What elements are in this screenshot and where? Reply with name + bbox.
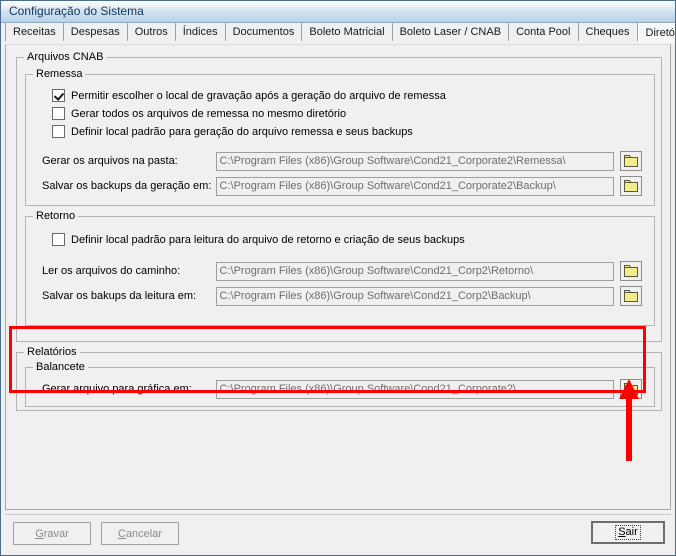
group-balancete: Balancete Gerar arquivo para gráfica em:…: [25, 361, 655, 407]
tab-boleto-laser-cnab[interactable]: Boleto Laser / CNAB: [392, 23, 510, 41]
tab-indices[interactable]: Índices: [175, 23, 226, 41]
gravar-button-label: Gravar: [35, 527, 69, 540]
label-gerar-arquivos-na-pasta: Gerar os arquivos na pasta:: [42, 155, 178, 167]
browse-button-ler-arquivos-caminho[interactable]: [620, 261, 642, 281]
tab-documentos[interactable]: Documentos: [225, 23, 303, 41]
cancelar-button-label: Cancelar: [117, 527, 163, 540]
checkbox-row-definir-local-padrao-remessa[interactable]: Definir local padrão para geração do arq…: [52, 125, 413, 138]
browse-button-gerar-arquivos-na-pasta[interactable]: [620, 151, 642, 171]
path-row-salvar-bakups-leitura: Salvar os bakups da leitura em: C:\Progr…: [42, 286, 642, 306]
path-row-gerar-arquivo-grafica: Gerar arquivo para gráfica em: C:\Progra…: [42, 379, 642, 399]
label-ler-arquivos-caminho: Ler os arquivos do caminho:: [42, 265, 181, 277]
group-retorno-caption: Retorno: [33, 210, 79, 222]
tab-conta-pool[interactable]: Conta Pool: [509, 23, 579, 41]
title-bar: Configuração do Sistema: [1, 1, 675, 23]
sair-button[interactable]: Sair: [591, 521, 665, 544]
folder-icon: [624, 180, 638, 192]
checkbox-row-permitir-escolher-local[interactable]: Permitir escolher o local de gravação ap…: [52, 89, 446, 102]
tab-diretorios[interactable]: Diretórios: [637, 23, 675, 43]
tab-strip: Receitas Despesas Outros Índices Documentos B…: [1, 23, 675, 43]
group-balancete-caption: Balancete: [33, 361, 88, 373]
input-gerar-arquivos-na-pasta[interactable]: C:\Program Files (x86)\Group Software\Co…: [215, 151, 614, 171]
folder-icon: [624, 290, 638, 302]
checkbox-label-definir-local-padrao-retorno: Definir local padrão para leitura do arq…: [71, 233, 465, 246]
group-relatorios-caption: Relatórios: [24, 346, 80, 358]
tab-boleto-matricial[interactable]: Boleto Matricial: [302, 23, 393, 41]
checkbox-permitir-escolher-local[interactable]: [52, 89, 65, 102]
group-remessa-caption: Remessa: [33, 68, 86, 80]
system-configuration-window: Configuração do Sistema Receitas Despesas…: [0, 0, 676, 556]
folder-icon: [624, 155, 638, 167]
path-row-salvar-backups-geracao: Salvar os backups da geração em: C:\Prog…: [42, 176, 642, 196]
tab-cheques[interactable]: Cheques: [578, 23, 638, 41]
input-ler-arquivos-caminho[interactable]: C:\Program Files (x86)\Group Software\Co…: [215, 261, 614, 281]
checkbox-definir-local-padrao-remessa[interactable]: [52, 125, 65, 138]
label-salvar-backups-geracao: Salvar os backups da geração em:: [42, 180, 212, 192]
application-window-root: Configuração do Sistema Receitas Despesas…: [0, 0, 676, 556]
browse-button-salvar-bakups-leitura[interactable]: [620, 286, 642, 306]
tab-receitas[interactable]: Receitas: [5, 23, 64, 41]
sair-button-label: Sair: [615, 525, 641, 540]
browse-button-salvar-backups-geracao[interactable]: [620, 176, 642, 196]
input-gerar-arquivo-grafica[interactable]: C:\Program Files (x86)\Group Software\Co…: [215, 379, 614, 399]
cancelar-button[interactable]: Cancelar: [101, 522, 179, 545]
group-retorno: Retorno Definir local padrão para leitur…: [25, 210, 655, 326]
checkbox-row-gerar-mesmo-diretorio[interactable]: Gerar todos os arquivos de remessa no me…: [52, 107, 346, 120]
group-relatorios: Relatórios Balancete Gerar arquivo para …: [16, 346, 662, 411]
group-arquivos-cnab-caption: Arquivos CNAB: [24, 51, 107, 63]
checkbox-row-definir-local-padrao-retorno[interactable]: Definir local padrão para leitura do arq…: [52, 233, 465, 246]
group-remessa: Remessa Permitir escolher o local de gra…: [25, 68, 655, 206]
group-arquivos-cnab: Arquivos CNAB Remessa Permitir escolher …: [16, 51, 662, 342]
label-gerar-arquivo-grafica: Gerar arquivo para gráfica em:: [42, 383, 192, 395]
label-salvar-bakups-leitura: Salvar os bakups da leitura em:: [42, 290, 197, 302]
checkbox-label-definir-local-padrao-remessa: Definir local padrão para geração do arq…: [71, 125, 413, 138]
checkbox-label-gerar-mesmo-diretorio: Gerar todos os arquivos de remessa no me…: [71, 107, 347, 120]
checkbox-gerar-mesmo-diretorio[interactable]: [52, 107, 65, 120]
input-salvar-backups-geracao[interactable]: C:\Program Files (x86)\Group Software\Co…: [215, 176, 614, 196]
browse-button-gerar-arquivo-grafica[interactable]: [620, 379, 642, 399]
tab-despesas[interactable]: Despesas: [63, 23, 128, 41]
input-salvar-bakups-leitura[interactable]: C:\Program Files (x86)\Group Software\Co…: [215, 286, 614, 306]
checkbox-definir-local-padrao-retorno[interactable]: [52, 233, 65, 246]
gravar-button[interactable]: Gravar: [13, 522, 91, 545]
path-row-ler-arquivos-caminho: Ler os arquivos do caminho: C:\Program F…: [42, 261, 642, 281]
dialog-button-bar: Gravar Cancelar Sair: [5, 514, 671, 551]
folder-icon: [624, 265, 638, 277]
checkbox-label-permitir-escolher-local: Permitir escolher o local de gravação ap…: [71, 89, 446, 102]
tab-outros[interactable]: Outros: [127, 23, 176, 41]
path-row-gerar-arquivos-na-pasta: Gerar os arquivos na pasta: C:\Program F…: [42, 151, 642, 171]
tab-page-diretorios: Arquivos CNAB Remessa Permitir escolher …: [5, 44, 671, 510]
window-title: Configuração do Sistema: [9, 4, 144, 18]
folder-icon: [624, 383, 638, 395]
